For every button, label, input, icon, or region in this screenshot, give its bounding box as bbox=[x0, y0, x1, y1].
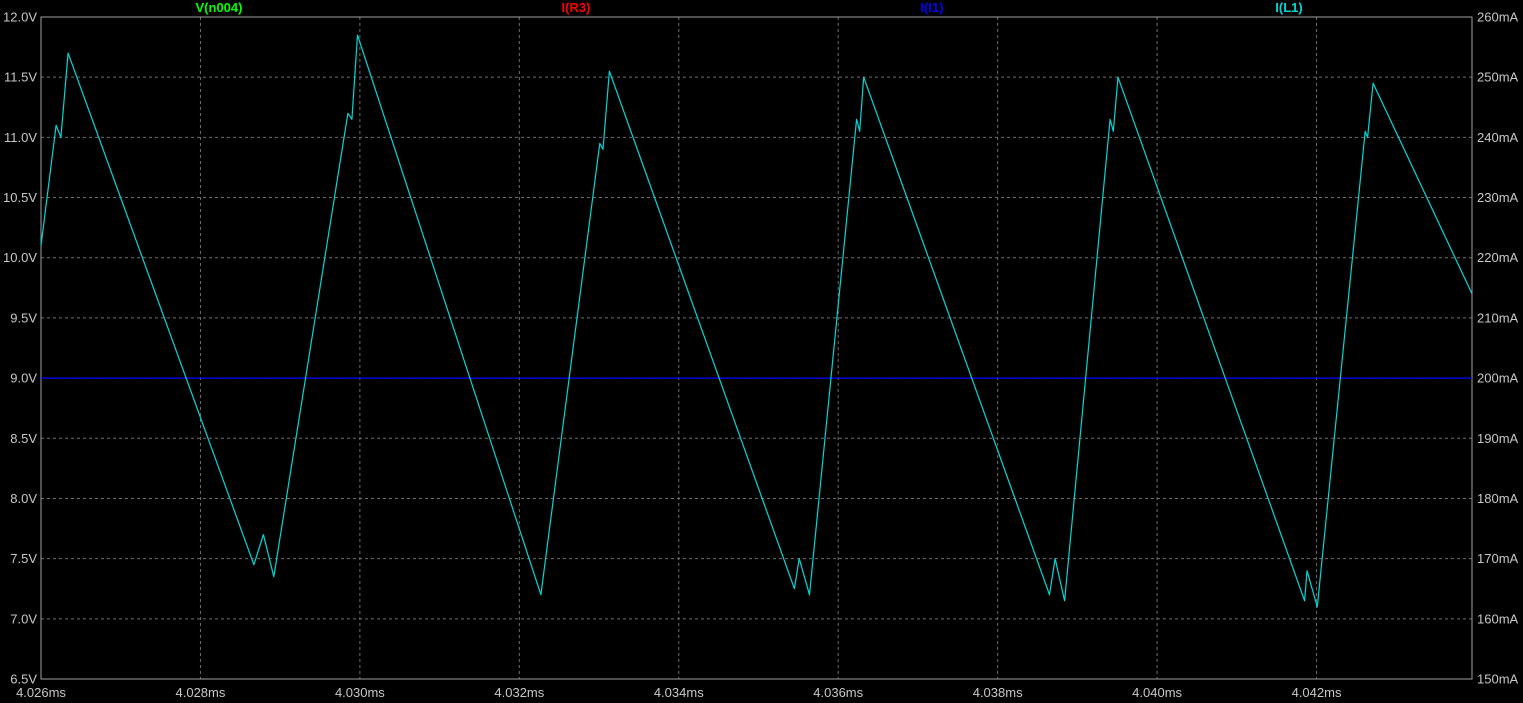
y-left-tick-label: 10.5V bbox=[3, 190, 37, 205]
y-left-tick-label: 8.5V bbox=[10, 431, 37, 446]
y-left-tick-label: 8.0V bbox=[10, 491, 37, 506]
y-right-tick-label: 190mA bbox=[1477, 431, 1519, 446]
legend-label: I(R3) bbox=[562, 0, 591, 15]
y-left-tick-label: 9.0V bbox=[10, 371, 37, 386]
x-tick-label: 4.026ms bbox=[16, 685, 66, 700]
y-left-tick-label: 11.0V bbox=[4, 130, 37, 145]
y-left-tick-label: 6.5V bbox=[10, 672, 37, 687]
y-right-tick-label: 220mA bbox=[1477, 250, 1519, 265]
y-right-tick-label: 180mA bbox=[1477, 491, 1519, 506]
y-left-tick-label: 7.5V bbox=[10, 551, 37, 566]
y-right-tick-label: 200mA bbox=[1477, 371, 1519, 386]
y-right-tick-label: 230mA bbox=[1477, 190, 1519, 205]
x-tick-label: 4.036ms bbox=[813, 685, 863, 700]
x-tick-label: 4.034ms bbox=[654, 685, 704, 700]
x-tick-label: 4.038ms bbox=[973, 685, 1023, 700]
y-right-tick-label: 210mA bbox=[1477, 310, 1519, 325]
waveform-plot[interactable]: 4.026ms 4.028ms 4.030ms 4.032ms 4.034ms 4.036… bbox=[0, 0, 1523, 703]
y-right-tick-label: 260mA bbox=[1477, 10, 1519, 25]
y-left-tick-label: 7.0V bbox=[10, 611, 37, 626]
y-left-tick-label: 10.0V bbox=[3, 250, 37, 265]
legend-label: V(n004) bbox=[196, 0, 243, 15]
y-right-tick-label: 250mA bbox=[1477, 70, 1519, 85]
x-tick-label: 4.028ms bbox=[176, 685, 226, 700]
x-tick-label: 4.030ms bbox=[335, 685, 385, 700]
y-left-tick-label: 12.0V bbox=[3, 10, 37, 25]
legend-label: I(I1) bbox=[920, 0, 943, 15]
x-tick-label: 4.042ms bbox=[1292, 685, 1342, 700]
y-right-tick-label: 160mA bbox=[1477, 611, 1519, 626]
y-left-tick-label: 11.5V bbox=[4, 70, 37, 85]
y-right-tick-label: 170mA bbox=[1477, 551, 1519, 566]
plot-background bbox=[0, 0, 1523, 703]
x-tick-label: 4.032ms bbox=[494, 685, 544, 700]
legend-label: I(L1) bbox=[1275, 0, 1302, 15]
plot-svg: 4.026ms 4.028ms 4.030ms 4.032ms 4.034ms 4.036… bbox=[0, 0, 1523, 703]
y-right-tick-label: 240mA bbox=[1477, 130, 1519, 145]
x-tick-label: 4.040ms bbox=[1132, 685, 1182, 700]
y-left-tick-label: 9.5V bbox=[10, 310, 37, 325]
y-right-tick-label: 150mA bbox=[1477, 672, 1519, 687]
